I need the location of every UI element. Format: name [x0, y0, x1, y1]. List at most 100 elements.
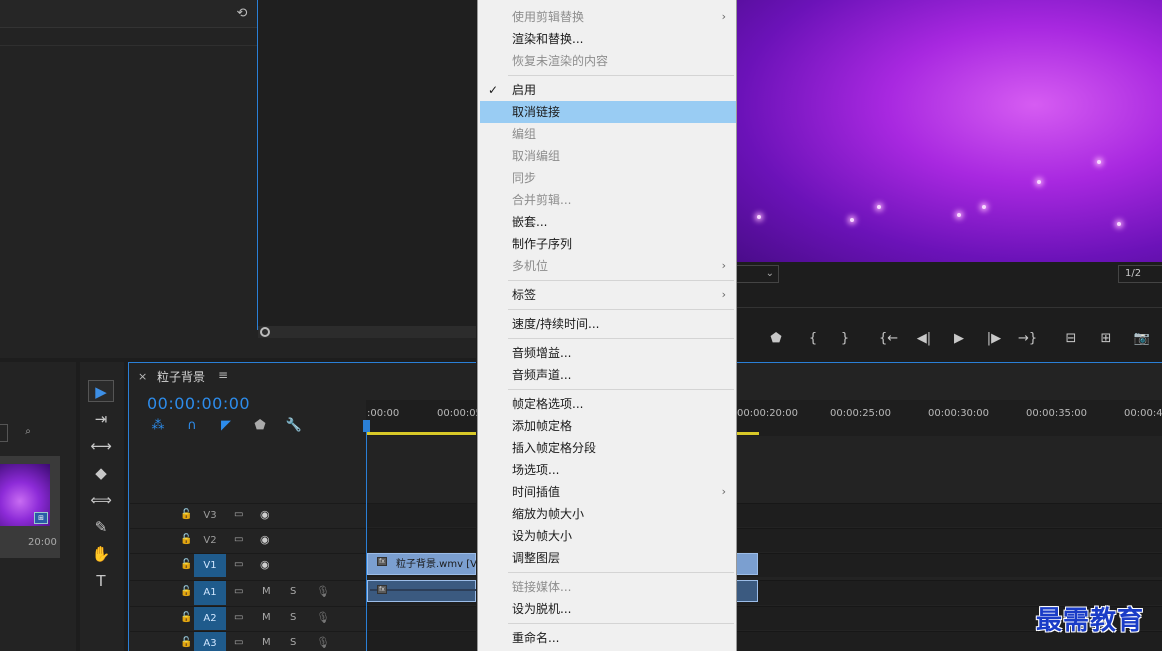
menu-item[interactable]: 合并剪辑...: [480, 189, 736, 211]
menu-item[interactable]: 取消编组: [480, 145, 736, 167]
track-content[interactable]: [737, 553, 1162, 577]
playhead-handle[interactable]: [363, 420, 370, 432]
lock-icon[interactable]: 🔓: [180, 637, 192, 648]
audio-clip[interactable]: [737, 580, 758, 602]
type-tool-icon[interactable]: T: [88, 570, 114, 592]
film-icon[interactable]: ▭: [234, 509, 243, 520]
menu-item[interactable]: 缩放为帧大小: [480, 503, 736, 525]
track-content[interactable]: [366, 607, 476, 630]
selection-tool-icon[interactable]: ▶: [88, 380, 114, 402]
eye-icon[interactable]: ◉: [260, 533, 270, 546]
lift-icon[interactable]: ⊟: [1062, 330, 1080, 348]
menu-item[interactable]: 取消链接: [480, 101, 736, 123]
track-name[interactable]: A3: [194, 632, 226, 651]
menu-item[interactable]: 重命名...: [480, 627, 736, 649]
search-icon[interactable]: ⌕: [20, 426, 36, 440]
menu-item[interactable]: 链接媒体...: [480, 576, 736, 598]
linked-selection-icon[interactable]: ∩: [183, 417, 201, 435]
video-clip[interactable]: [737, 553, 758, 575]
sequence-tab-title[interactable]: 粒子背景: [157, 368, 205, 385]
solo-button[interactable]: S: [290, 586, 296, 597]
wrench-icon[interactable]: 🔧: [285, 417, 303, 435]
step-forward-icon[interactable]: |▶: [985, 330, 1003, 348]
menu-item[interactable]: 设为帧大小: [480, 525, 736, 547]
lock-icon[interactable]: 🔓: [180, 534, 192, 545]
panel-menu-icon[interactable]: ≡: [218, 368, 228, 382]
track-name[interactable]: V2: [194, 529, 226, 552]
lock-icon[interactable]: 🔓: [180, 586, 192, 597]
menu-item[interactable]: 使用剪辑替换 ›: [480, 6, 736, 28]
film-icon[interactable]: ▭: [234, 534, 243, 545]
ripple-edit-tool-icon[interactable]: ⟷: [88, 435, 114, 457]
menu-item[interactable]: 渲染和替换...: [480, 28, 736, 50]
slip-tool-icon[interactable]: ⟺: [88, 489, 114, 511]
project-search-field[interactable]: [0, 424, 8, 442]
track-content[interactable]: [737, 528, 1162, 552]
clip-thumbnail[interactable]: ⊞: [0, 464, 50, 526]
mute-button[interactable]: M: [262, 586, 271, 597]
mic-icon[interactable]: 🎙: [316, 611, 330, 624]
menu-item[interactable]: 音频声道...: [480, 364, 736, 386]
film-icon[interactable]: ▭: [234, 586, 243, 597]
track-content[interactable]: [737, 503, 1162, 527]
track-select-tool-icon[interactable]: ⇥: [88, 408, 114, 430]
track-name[interactable]: A2: [194, 607, 226, 630]
mark-out-icon[interactable]: }: [836, 330, 854, 348]
menu-item[interactable]: 多机位 ›: [480, 255, 736, 277]
menu-item[interactable]: 添加帧定格: [480, 415, 736, 437]
track-v2[interactable]: 🔓 V2 ▭ ◉: [130, 528, 476, 552]
menu-item[interactable]: 编组: [480, 123, 736, 145]
track-name[interactable]: V3: [194, 504, 226, 527]
effect-controls-scrollbar[interactable]: [258, 326, 476, 338]
export-frame-icon[interactable]: 📷: [1133, 330, 1151, 348]
menu-item[interactable]: 帧定格选项...: [480, 393, 736, 415]
menu-item[interactable]: ✓ 启用: [480, 79, 736, 101]
menu-item[interactable]: 制作子序列: [480, 233, 736, 255]
track-name[interactable]: A1: [194, 581, 226, 605]
mute-button[interactable]: M: [262, 612, 271, 623]
add-marker-icon[interactable]: ⬟: [767, 330, 785, 348]
track-a3[interactable]: 🔓 A3 ▭ M S 🎙: [130, 631, 476, 651]
track-a2[interactable]: 🔓 A2 ▭ M S 🎙: [130, 606, 476, 630]
menu-item[interactable]: 速度/持续时间...: [480, 313, 736, 335]
pen-tool-icon[interactable]: ✎: [88, 516, 114, 538]
track-v3[interactable]: 🔓 V3 ▭ ◉: [130, 503, 476, 527]
menu-item[interactable]: 音频增益...: [480, 342, 736, 364]
lock-icon[interactable]: 🔓: [180, 612, 192, 623]
film-icon[interactable]: ▭: [234, 612, 243, 623]
zoom-handle[interactable]: [260, 327, 270, 337]
reset-icon[interactable]: ⟲: [234, 6, 250, 22]
go-to-out-icon[interactable]: →}: [1018, 330, 1037, 348]
menu-item[interactable]: 嵌套...: [480, 211, 736, 233]
menu-item[interactable]: 时间插值 ›: [480, 481, 736, 503]
razor-tool-icon[interactable]: ◆: [88, 462, 114, 484]
eye-icon[interactable]: ◉: [260, 508, 270, 521]
close-icon[interactable]: ×: [138, 370, 147, 383]
mark-in-icon[interactable]: {: [804, 330, 822, 348]
menu-item[interactable]: 同步: [480, 167, 736, 189]
step-back-icon[interactable]: ◀|: [915, 330, 933, 348]
snap-icon[interactable]: ⁂: [149, 417, 167, 435]
lock-icon[interactable]: 🔓: [180, 509, 192, 520]
mute-button[interactable]: M: [262, 637, 271, 648]
work-area-bar[interactable]: [737, 432, 759, 435]
solo-button[interactable]: S: [290, 637, 296, 648]
monitor-time-ruler[interactable]: [737, 292, 1162, 308]
go-to-in-icon[interactable]: {←: [879, 330, 898, 348]
eye-icon[interactable]: ◉: [260, 558, 270, 571]
track-content[interactable]: [366, 504, 476, 527]
hand-tool-icon[interactable]: ✋: [88, 543, 114, 565]
mic-icon[interactable]: 🎙: [316, 636, 330, 649]
fit-dropdown[interactable]: ⌄: [737, 265, 779, 283]
film-icon[interactable]: ▭: [234, 559, 243, 570]
menu-item[interactable]: 调整图层: [480, 547, 736, 569]
mic-icon[interactable]: 🎙: [316, 585, 330, 598]
track-name[interactable]: V1: [194, 554, 226, 577]
timeline-timecode[interactable]: 00:00:00:00: [147, 394, 250, 413]
menu-item[interactable]: 恢复未渲染的内容: [480, 50, 736, 72]
track-content[interactable]: [366, 529, 476, 552]
add-marker-icon[interactable]: ⬟: [251, 417, 269, 435]
work-area-bar[interactable]: [366, 432, 476, 435]
menu-item[interactable]: 场选项...: [480, 459, 736, 481]
track-content[interactable]: [366, 632, 476, 651]
